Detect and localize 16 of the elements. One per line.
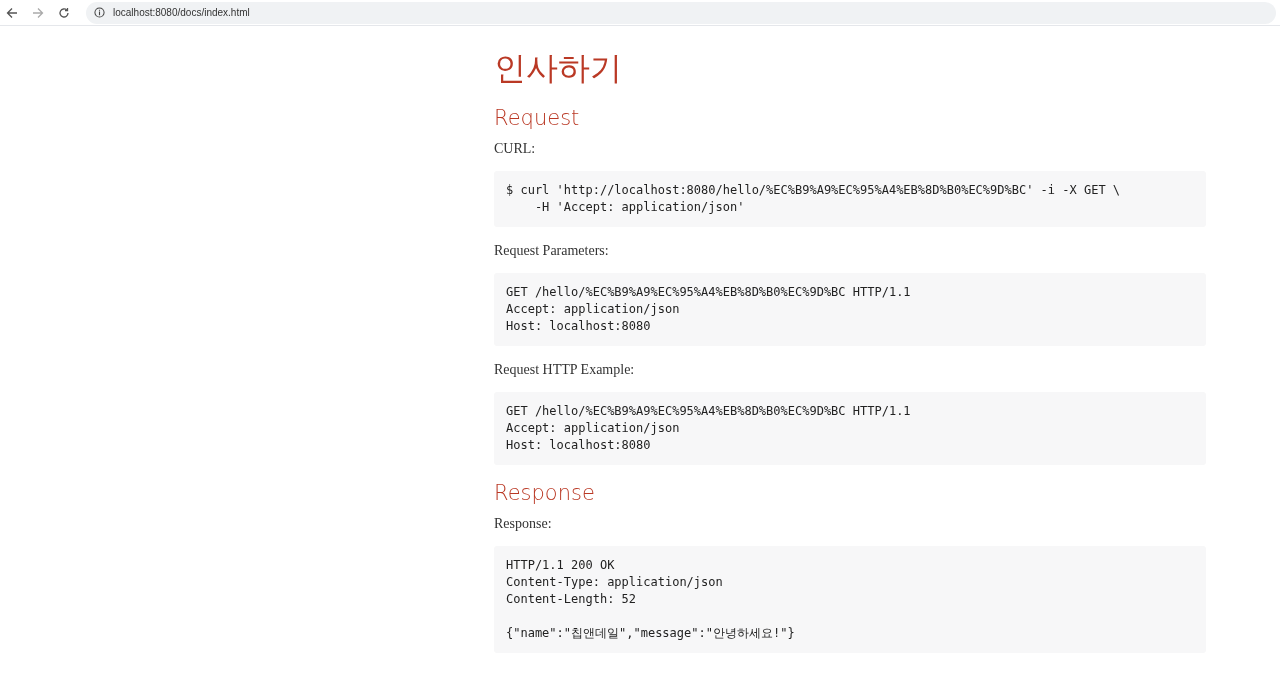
block-title: Request HTTP Example: <box>494 361 636 379</box>
code-block: GET /hello/%EC%B9%A9%EC%95%A4%EB%8D%B0%EC%9D%BC HTTP/1.1 Accept: application/json Host: localhost:8080 <box>494 273 1206 346</box>
address-bar[interactable]: localhost:8080/docs/index.html <box>86 1 1276 24</box>
info-icon <box>94 7 105 18</box>
page-title: 인사하기 <box>494 48 623 88</box>
code-block: $ curl 'http://localhost:8080/hello/%EC%B9%A9%EC%95%A4%EB%8D%B0%EC%9D%BC' -i -X GET \ -H 'Accept: application/json' <box>494 171 1206 227</box>
address-text: localhost:8080/docs/index.html <box>113 6 250 20</box>
back-icon[interactable] <box>6 6 18 19</box>
block-title: CURL: <box>494 140 537 158</box>
section-heading: Request <box>494 105 581 132</box>
block-title: Request Parameters: <box>494 242 610 260</box>
block-title: Response: <box>494 515 553 533</box>
section-heading: Response <box>494 480 596 507</box>
reload-icon[interactable] <box>58 6 70 19</box>
code-block: GET /hello/%EC%B9%A9%EC%95%A4%EB%8D%B0%EC%9D%BC HTTP/1.1 Accept: application/json Host: localhost:8080 <box>494 392 1206 465</box>
code-block: HTTP/1.1 200 OK Content-Type: application/json Content-Length: 52 {"name":"칩앤데일","message":"안녕하세요!"} <box>494 546 1206 653</box>
